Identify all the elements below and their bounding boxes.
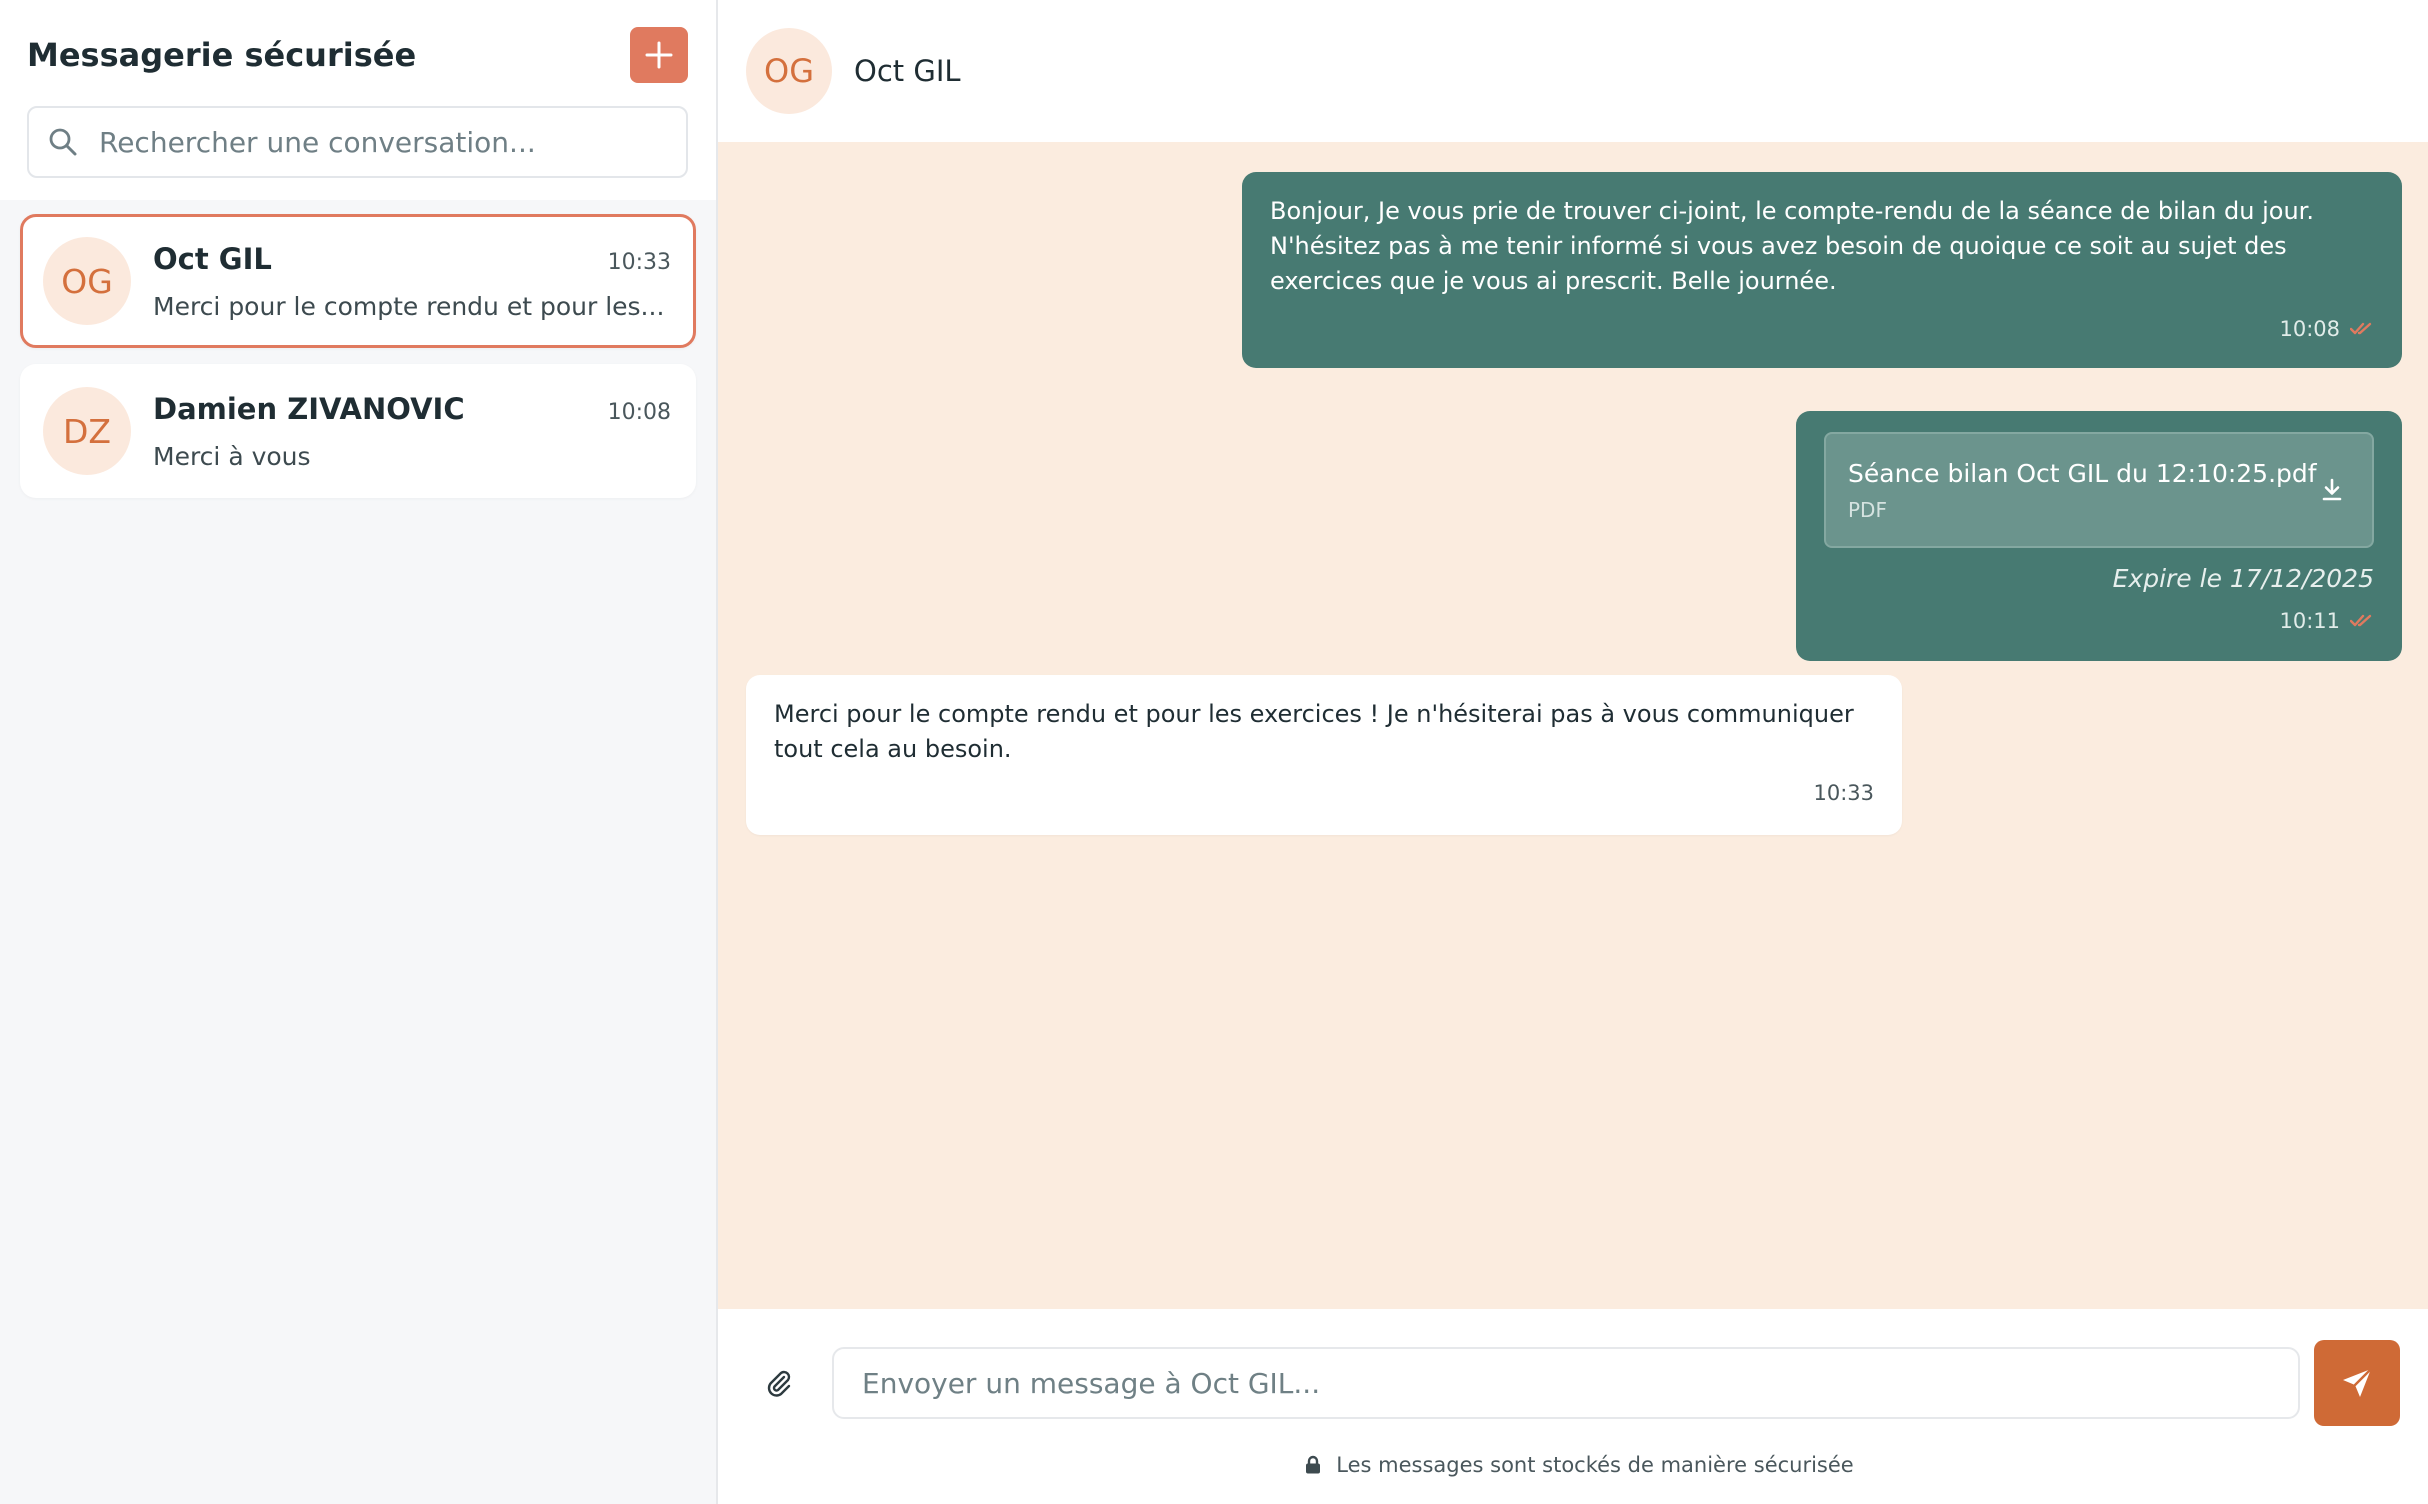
conversation-item-oct-gil[interactable]: OG Oct GIL 10:33 Merci pour le compte re… (20, 214, 696, 348)
message-thread: Bonjour, Je vous prie de trouver ci-join… (718, 142, 2428, 1309)
avatar: DZ (43, 387, 131, 475)
conversation-body: Oct GIL 10:33 Merci pour le compte rendu… (153, 242, 671, 321)
conversation-preview: Merci à vous (153, 441, 311, 471)
message-time: 10:11 (2279, 609, 2340, 633)
attachment-filename: Séance bilan Oct GIL du 12:10:25.pdf (1848, 458, 2317, 488)
conversation-name: Oct GIL (153, 241, 272, 276)
new-conversation-button[interactable] (630, 27, 688, 83)
message-meta: 10:33 (774, 781, 1874, 805)
plus-icon (645, 41, 673, 69)
search-input[interactable] (99, 125, 666, 159)
conversation-header: Damien ZIVANOVIC 10:08 (153, 392, 671, 426)
search-icon (49, 128, 77, 156)
message-meta: 10:08 (1270, 317, 2374, 341)
attachment-type: PDF (1848, 497, 1887, 522)
conversation-time: 10:33 (607, 249, 671, 275)
contact-name: Oct GIL (854, 54, 961, 88)
sidebar-title: Messagerie sécurisée (27, 36, 417, 74)
sidebar-top: Messagerie sécurisée (0, 0, 716, 200)
composer-row (758, 1309, 2400, 1427)
secure-note-text: Les messages sont stockés de manière séc… (1336, 1453, 1854, 1477)
paperclip-icon (767, 1370, 791, 1397)
download-icon[interactable] (2318, 476, 2346, 504)
outgoing-attachment-message: Séance bilan Oct GIL du 12:10:25.pdf PDF… (1796, 411, 2402, 661)
double-check-icon (2350, 614, 2372, 627)
double-check-icon (2350, 322, 2372, 335)
conversation-preview: Merci pour le compte rendu et pour les..… (153, 291, 665, 321)
message-input[interactable] (832, 1347, 2300, 1419)
conversation-time: 10:08 (607, 399, 671, 425)
chat-header: OG Oct GIL (718, 0, 2428, 142)
message-text: Bonjour, Je vous prie de trouver ci-join… (1270, 197, 2314, 295)
avatar: OG (43, 237, 131, 325)
messaging-app: Messagerie sécurisée OG (0, 0, 2428, 1504)
contact-avatar: OG (746, 28, 832, 114)
conversation-body: Damien ZIVANOVIC 10:08 Merci à vous (153, 392, 671, 471)
chat-panel: OG Oct GIL Bonjour, Je vous prie de trou… (718, 0, 2428, 1504)
attachment-expiry: Expire le 17/12/2025 (2112, 564, 2374, 593)
message-text: Merci pour le compte rendu et pour les e… (774, 700, 1854, 763)
composer: Les messages sont stockés de manière séc… (718, 1309, 2428, 1504)
attach-button[interactable] (758, 1362, 800, 1404)
incoming-message: Merci pour le compte rendu et pour les e… (746, 675, 1902, 835)
send-icon (2343, 1367, 2373, 1397)
sidebar: Messagerie sécurisée OG (0, 0, 718, 1504)
conversation-header: Oct GIL 10:33 (153, 242, 671, 276)
message-meta: 10:11 (1824, 609, 2374, 633)
search-box (27, 106, 688, 178)
attachment-card[interactable]: Séance bilan Oct GIL du 12:10:25.pdf PDF (1824, 432, 2374, 548)
conversation-list: OG Oct GIL 10:33 Merci pour le compte re… (0, 200, 716, 512)
conversation-name: Damien ZIVANOVIC (153, 391, 465, 426)
lock-icon (1306, 1455, 1321, 1474)
conversation-item-damien-zivanovic[interactable]: DZ Damien ZIVANOVIC 10:08 Merci à vous (20, 364, 696, 498)
outgoing-message: Bonjour, Je vous prie de trouver ci-join… (1242, 172, 2402, 368)
message-time: 10:33 (1813, 781, 1874, 805)
sidebar-header: Messagerie sécurisée (27, 26, 688, 84)
send-button[interactable] (2314, 1340, 2400, 1426)
message-time: 10:08 (2279, 317, 2340, 341)
attachment-info: Séance bilan Oct GIL du 12:10:25.pdf PDF (1848, 459, 2317, 522)
secure-storage-note: Les messages sont stockés de manière séc… (758, 1453, 2400, 1477)
